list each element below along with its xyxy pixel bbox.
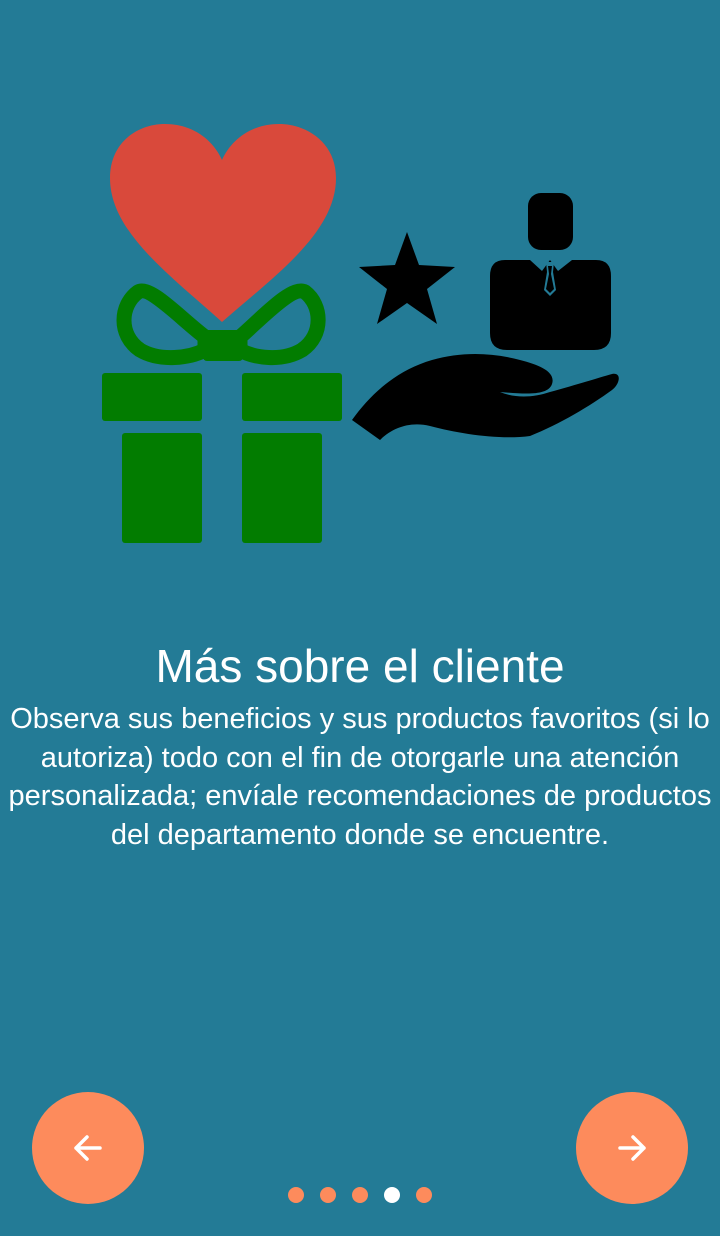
open-hand-icon — [352, 354, 619, 440]
page-dot-4-active[interactable] — [384, 1187, 400, 1203]
page-dot-2[interactable] — [320, 1187, 336, 1203]
page-dot-1[interactable] — [288, 1187, 304, 1203]
arrow-left-icon — [74, 1135, 102, 1161]
pagination-dots — [0, 1187, 720, 1205]
page-dot-3[interactable] — [352, 1187, 368, 1203]
slide-title: Más sobre el cliente — [155, 640, 565, 692]
slide-description: Observa sus beneficios y sus productos f… — [8, 703, 712, 851]
page-dot-5[interactable] — [416, 1187, 432, 1203]
star-icon — [359, 232, 455, 324]
businessman-icon — [490, 193, 611, 350]
gift-box-icon — [102, 283, 342, 543]
arrow-right-icon — [618, 1135, 646, 1161]
onboarding-illustration — [102, 124, 619, 543]
